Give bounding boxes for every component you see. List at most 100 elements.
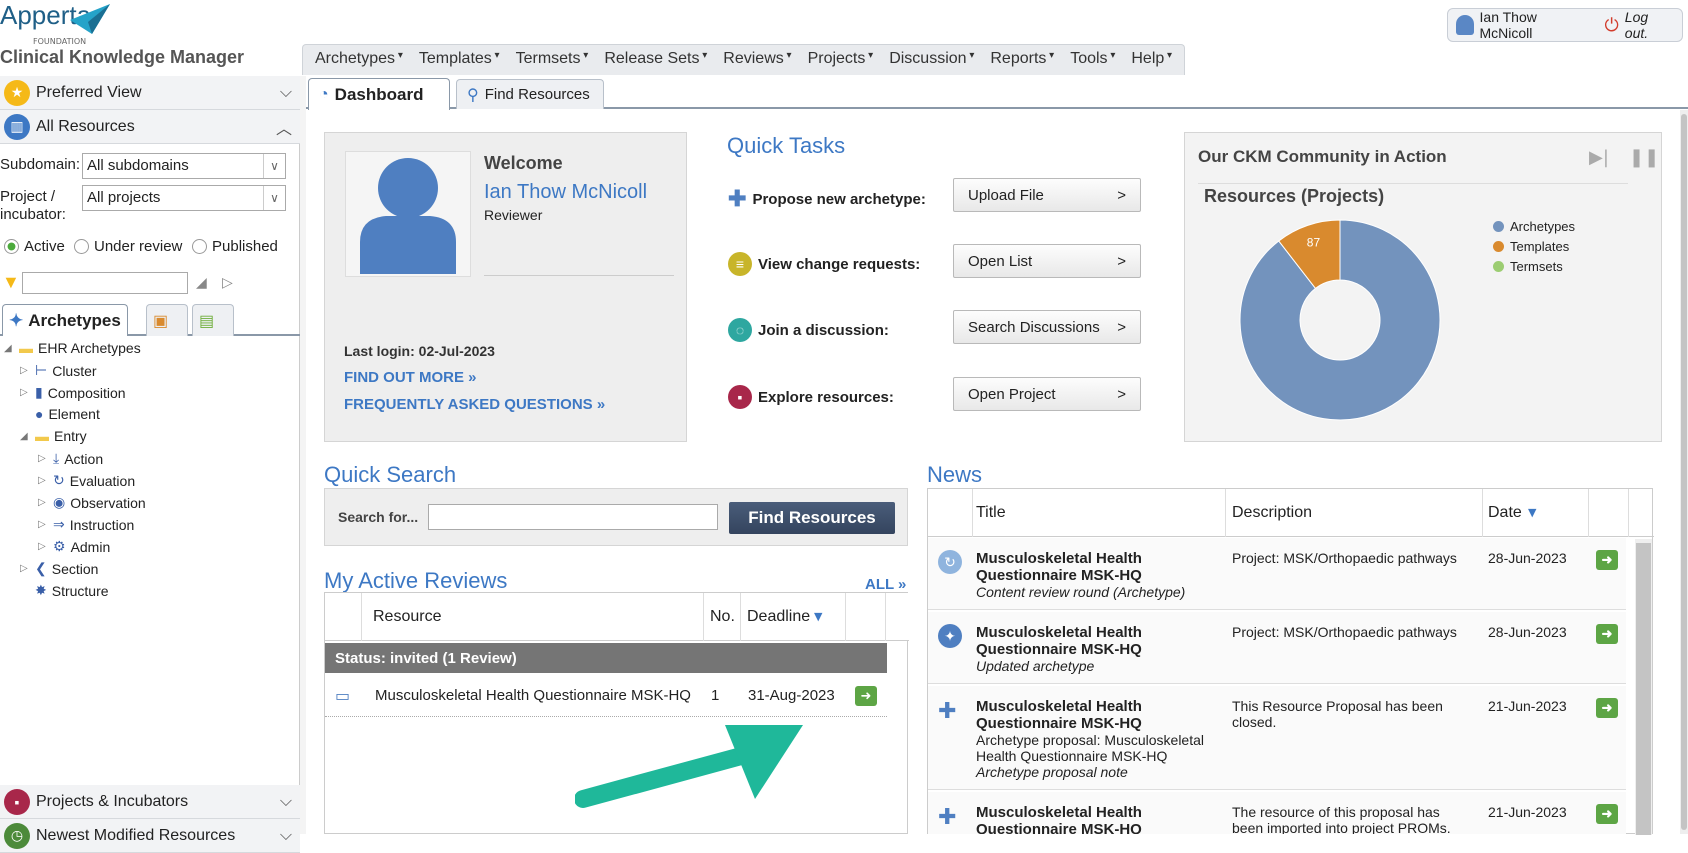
radio-published[interactable]: Published [192, 238, 278, 255]
menu-projects[interactable]: Projects [800, 45, 882, 75]
expand-icon[interactable]: ▷ [38, 453, 48, 464]
tree-instruction[interactable]: ▷ ⇒ Instruction [38, 516, 134, 533]
expand-icon[interactable]: ▷ [20, 387, 30, 398]
filter-input[interactable] [22, 272, 188, 294]
col-no[interactable]: No. [710, 608, 735, 626]
tree-admin[interactable]: ▷ ⚙ Admin [38, 538, 110, 555]
col-deadline[interactable]: Deadline [747, 608, 810, 626]
projects-incubators-header[interactable]: ▪ Projects & Incubators ⌵ [0, 785, 300, 819]
filter-apply-icon[interactable]: ◢ [196, 274, 207, 291]
find-out-more-link[interactable]: FIND OUT MORE » [344, 369, 477, 386]
tree-cluster[interactable]: ▷ ⊢ Cluster [20, 362, 97, 379]
faq-link[interactable]: FREQUENTLY ASKED QUESTIONS » [344, 396, 605, 413]
tree-observation[interactable]: ▷ ◉ Observation [38, 494, 146, 511]
chevron-down-icon[interactable]: ⌵ [280, 827, 292, 845]
chevron-up-icon[interactable]: ︿ [276, 115, 292, 139]
sort-desc-icon[interactable]: ▼ [814, 610, 822, 623]
open-project-button[interactable]: Open Project > [953, 377, 1141, 411]
tab-archetypes[interactable]: ✦ Archetypes [2, 304, 128, 336]
menu-termsets[interactable]: Termsets [508, 45, 597, 75]
newest-resources-header[interactable]: ◷ Newest Modified Resources ⌵ [0, 819, 300, 853]
find-resources-button[interactable]: Find Resources [729, 502, 895, 534]
tab-templates[interactable]: ▣ [146, 304, 188, 336]
quick-search-input[interactable] [428, 504, 718, 530]
news-scrollbar[interactable] [1635, 539, 1652, 835]
menu-discussion[interactable]: Discussion [881, 45, 982, 75]
radio-button[interactable] [74, 239, 89, 254]
filter-icon[interactable]: ▼ [2, 272, 20, 293]
news-row[interactable]: ✚ Musculoskeletal Health Questionnaire M… [928, 686, 1626, 790]
expand-icon[interactable]: ▷ [38, 475, 48, 486]
legend-item[interactable]: Termsets [1493, 259, 1575, 274]
all-reviews-link[interactable]: ALL » [865, 576, 906, 593]
tab-dashboard[interactable]: ◔ Dashboard [308, 78, 450, 110]
menu-help[interactable]: Help [1123, 45, 1180, 75]
menu-reviews[interactable]: Reviews [715, 45, 799, 75]
tree-action[interactable]: ▷ ⤓ Action [38, 450, 103, 467]
open-news-icon[interactable]: ➜ [1596, 804, 1618, 824]
expand-icon[interactable]: ▷ [38, 519, 48, 530]
chevron-down-icon[interactable]: ⌵ [280, 793, 292, 811]
col-title[interactable]: Title [976, 504, 1006, 522]
sort-desc-icon[interactable]: ▼ [1528, 506, 1536, 519]
expand-icon[interactable]: ▷ [20, 365, 30, 376]
pause-icon[interactable]: ❚❚ [1629, 147, 1659, 168]
tree-entry[interactable]: ◢ ▬ Entry [20, 428, 87, 444]
tree-composition[interactable]: ▷ ▮ Composition [20, 384, 126, 401]
legend-item[interactable]: Archetypes [1493, 219, 1575, 234]
page-scrollbar[interactable] [1680, 110, 1688, 834]
chevron-down-icon[interactable]: ⌵ [280, 84, 292, 102]
tree-ehr-archetypes[interactable]: ◢ ▬ EHR Archetypes [4, 340, 141, 356]
news-item-title[interactable]: Musculoskeletal Health Questionnaire MSK… [976, 624, 1142, 658]
news-row[interactable]: ✚ Musculoskeletal Health Questionnaire M… [928, 792, 1626, 834]
tree-evaluation[interactable]: ▷ ↻ Evaluation [38, 472, 135, 489]
collapse-icon[interactable]: ◢ [4, 343, 14, 354]
open-news-icon[interactable]: ➜ [1596, 698, 1618, 718]
news-row[interactable]: ↻ Musculoskeletal Health Questionnaire M… [928, 538, 1626, 610]
radio-active[interactable]: Active [4, 238, 65, 255]
collapse-icon[interactable]: ◢ [20, 431, 30, 442]
next-icon[interactable]: ▶| [1589, 147, 1609, 168]
news-row[interactable]: ✦ Musculoskeletal Health Questionnaire M… [928, 612, 1626, 684]
menu-tools[interactable]: Tools [1062, 45, 1123, 75]
tree-structure[interactable]: ✸ Structure [20, 582, 109, 599]
open-news-icon[interactable]: ➜ [1596, 624, 1618, 644]
menu-templates[interactable]: Templates [411, 45, 508, 75]
user-name[interactable]: Ian Thow McNicoll [1480, 9, 1591, 41]
upload-file-button[interactable]: Upload File > [953, 178, 1141, 212]
review-group-header[interactable]: Status: invited (1 Review) [325, 643, 887, 673]
col-resource[interactable]: Resource [373, 608, 441, 626]
search-discussions-button[interactable]: Search Discussions > [953, 310, 1141, 344]
panel-splitter[interactable] [300, 76, 306, 834]
radio-button-checked[interactable] [4, 239, 19, 254]
expand-icon[interactable]: ▷ [20, 563, 30, 574]
subdomain-select[interactable]: All subdomains ∨ [82, 153, 286, 179]
tree-element[interactable]: ● Element [20, 406, 100, 422]
table-row[interactable]: ▭ Musculoskeletal Health Questionnaire M… [325, 675, 887, 717]
expand-icon[interactable]: ▷ [38, 541, 48, 552]
filter-clear-icon[interactable]: ▷ [222, 274, 233, 291]
logout-link[interactable]: Log out. [1625, 9, 1674, 41]
expand-icon[interactable]: ▷ [38, 497, 48, 508]
menu-release-sets[interactable]: Release Sets [596, 45, 715, 75]
col-date[interactable]: Date [1488, 504, 1522, 522]
news-item-title[interactable]: Musculoskeletal Health Questionnaire MSK… [976, 698, 1142, 732]
legend-item[interactable]: Templates [1493, 239, 1575, 254]
all-resources-header[interactable]: ▥ All Resources ︿ [0, 110, 300, 144]
open-list-button[interactable]: Open List > [953, 244, 1141, 278]
menu-reports[interactable]: Reports [982, 45, 1062, 75]
project-select[interactable]: All projects ∨ [82, 185, 286, 211]
open-review-icon[interactable]: ➜ [855, 686, 877, 706]
radio-under-review[interactable]: Under review [74, 238, 182, 255]
news-item-title[interactable]: Musculoskeletal Health Questionnaire MSK… [976, 550, 1142, 584]
tab-termsets[interactable]: ▤ [192, 304, 234, 336]
open-news-icon[interactable]: ➜ [1596, 550, 1618, 570]
radio-button[interactable] [192, 239, 207, 254]
tab-find-resources[interactable]: ⚲ Find Resources [456, 79, 604, 109]
review-resource[interactable]: Musculoskeletal Health Questionnaire MSK… [375, 687, 691, 704]
col-description[interactable]: Description [1232, 504, 1312, 522]
tree-section[interactable]: ▷ ❮ Section [20, 560, 98, 577]
news-item-title[interactable]: Musculoskeletal Health Questionnaire MSK… [976, 804, 1142, 835]
menu-archetypes[interactable]: Archetypes [307, 45, 411, 75]
welcome-user-name[interactable]: Ian Thow McNicoll [484, 181, 647, 204]
